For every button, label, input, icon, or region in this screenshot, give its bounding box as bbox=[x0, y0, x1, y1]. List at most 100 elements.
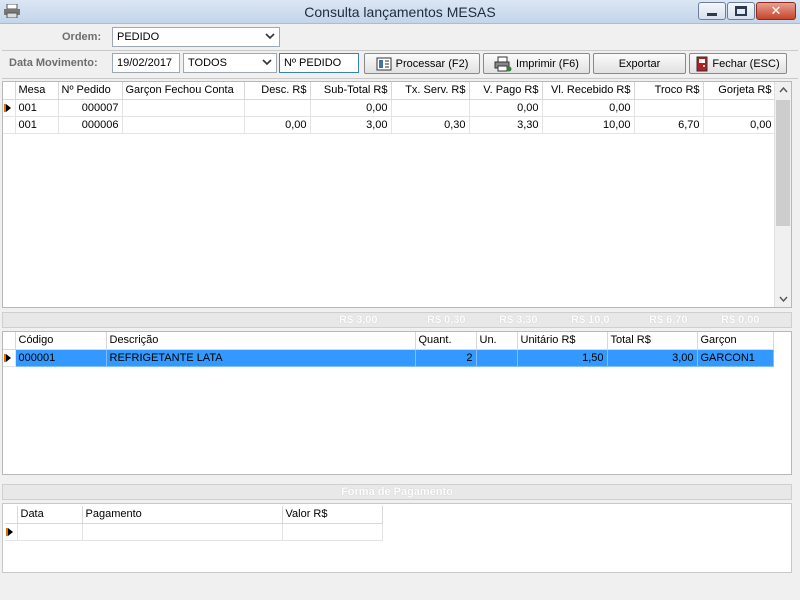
cell-gorjeta[interactable] bbox=[703, 99, 776, 117]
data-movimento-label: Data Movimento: bbox=[9, 57, 98, 69]
col-vl-recebido[interactable]: Vl. Recebido R$ bbox=[542, 82, 635, 100]
cell-troco[interactable] bbox=[634, 99, 704, 117]
ordem-select-value: PEDIDO bbox=[117, 31, 160, 43]
cell-unitario[interactable]: 1,50 bbox=[517, 349, 608, 367]
current-row-pointer-icon bbox=[4, 353, 11, 362]
scroll-down-arrow-icon[interactable] bbox=[775, 291, 791, 307]
total-gorjeta: R$ 0,00 bbox=[721, 314, 760, 326]
cell-garcon-fechou[interactable] bbox=[122, 99, 245, 117]
exportar-button[interactable]: Exportar bbox=[593, 53, 686, 74]
col-subtotal[interactable]: Sub-Total R$ bbox=[310, 82, 392, 100]
col-v-pago[interactable]: V. Pago R$ bbox=[469, 82, 543, 100]
col-mesa[interactable]: Mesa bbox=[15, 82, 59, 100]
cell-valor[interactable] bbox=[282, 523, 383, 541]
cell-v-pago[interactable]: 0,00 bbox=[469, 99, 543, 117]
filtro-select[interactable]: TODOS bbox=[183, 53, 277, 73]
cell-tx-serv[interactable]: 0,30 bbox=[391, 116, 470, 134]
printer-icon bbox=[494, 56, 512, 71]
cell-v-pago[interactable]: 3,30 bbox=[469, 116, 543, 134]
chevron-down-icon bbox=[265, 33, 275, 40]
scroll-up-arrow-icon[interactable] bbox=[775, 82, 791, 98]
pedido-number-field[interactable]: Nº PEDIDO bbox=[279, 53, 359, 73]
cell-garcon-fechou[interactable] bbox=[122, 116, 245, 134]
cell-pagamento[interactable] bbox=[82, 523, 283, 541]
itens-grid[interactable]: Código Descrição Quant. Un. Unitário R$ … bbox=[2, 331, 792, 475]
imprimir-button[interactable]: Imprimir (F6) bbox=[483, 53, 590, 74]
ordem-label: Ordem: bbox=[62, 31, 102, 43]
cell-mesa[interactable]: 001 bbox=[15, 99, 59, 117]
forma-pagamento-title: Forma de Pagamento bbox=[2, 484, 792, 500]
fechar-button[interactable]: Fechar (ESC) bbox=[689, 53, 787, 74]
cell-garcon[interactable]: GARCON1 bbox=[697, 349, 774, 367]
table-row[interactable] bbox=[5, 523, 383, 541]
total-v-pago: R$ 3,30 bbox=[499, 314, 538, 326]
exportar-label: Exportar bbox=[618, 57, 661, 70]
exit-door-icon bbox=[696, 56, 708, 71]
minimize-button[interactable] bbox=[698, 2, 726, 20]
cell-total[interactable]: 3,00 bbox=[607, 349, 698, 367]
pedidos-header-row: Mesa Nº Pedido Garçon Fechou Conta Desc.… bbox=[3, 82, 776, 100]
cell-desconto[interactable] bbox=[244, 99, 311, 117]
toolbar-divider bbox=[2, 78, 798, 79]
col-unidade[interactable]: Un. bbox=[476, 332, 518, 350]
cell-gorjeta[interactable]: 0,00 bbox=[703, 116, 776, 134]
cell-mesa[interactable]: 001 bbox=[15, 116, 59, 134]
col-pagamento[interactable]: Pagamento bbox=[82, 506, 283, 524]
cell-codigo[interactable]: 000001 bbox=[15, 349, 107, 367]
cell-numero-pedido[interactable]: 000007 bbox=[58, 99, 123, 117]
col-tx-serv[interactable]: Tx. Serv. R$ bbox=[391, 82, 470, 100]
maximize-icon bbox=[735, 6, 747, 16]
scroll-thumb[interactable] bbox=[776, 100, 790, 226]
col-total[interactable]: Total R$ bbox=[607, 332, 698, 350]
data-movimento-field[interactable]: 19/02/2017 bbox=[112, 53, 180, 73]
cell-tx-serv[interactable] bbox=[391, 99, 470, 117]
toolbar-divider bbox=[2, 50, 798, 51]
current-row-pointer-icon bbox=[6, 527, 13, 536]
table-row[interactable]: 001 000007 0,00 0,00 0,00 bbox=[3, 99, 776, 117]
processar-button[interactable]: Processar (F2) bbox=[364, 53, 480, 74]
col-valor[interactable]: Valor R$ bbox=[282, 506, 383, 524]
col-quantidade[interactable]: Quant. bbox=[415, 332, 477, 350]
total-troco: R$ 6,70 bbox=[649, 314, 688, 326]
col-numero-pedido[interactable]: Nº Pedido bbox=[58, 82, 123, 100]
row-indicator-header bbox=[5, 506, 18, 524]
cell-desconto[interactable]: 0,00 bbox=[244, 116, 311, 134]
itens-table: Código Descrição Quant. Un. Unitário R$ … bbox=[3, 332, 774, 367]
cell-numero-pedido[interactable]: 000006 bbox=[58, 116, 123, 134]
pedidos-grid[interactable]: Mesa Nº Pedido Garçon Fechou Conta Desc.… bbox=[2, 81, 792, 308]
row-indicator-header bbox=[3, 82, 16, 100]
close-button[interactable]: ✕ bbox=[756, 2, 796, 20]
maximize-button[interactable] bbox=[727, 2, 755, 20]
pagamento-table: Data Pagamento Valor R$ bbox=[5, 506, 383, 541]
cell-quantidade[interactable]: 2 bbox=[415, 349, 477, 367]
cell-vl-recebido[interactable]: 0,00 bbox=[542, 99, 635, 117]
filtro-select-value: TODOS bbox=[188, 57, 227, 69]
col-codigo[interactable]: Código bbox=[15, 332, 107, 350]
col-desconto[interactable]: Desc. R$ bbox=[244, 82, 311, 100]
col-troco[interactable]: Troco R$ bbox=[634, 82, 704, 100]
cell-troco[interactable]: 6,70 bbox=[634, 116, 704, 134]
pedidos-scrollbar[interactable] bbox=[774, 82, 791, 307]
cell-subtotal[interactable]: 0,00 bbox=[310, 99, 392, 117]
col-data[interactable]: Data bbox=[17, 506, 83, 524]
col-gorjeta[interactable]: Gorjeta R$ bbox=[703, 82, 776, 100]
pedidos-table: Mesa Nº Pedido Garçon Fechou Conta Desc.… bbox=[3, 82, 776, 134]
itens-header-row: Código Descrição Quant. Un. Unitário R$ … bbox=[3, 332, 774, 350]
cell-vl-recebido[interactable]: 10,00 bbox=[542, 116, 635, 134]
table-row-selected[interactable]: 000001 REFRIGETANTE LATA 2 1,50 3,00 GAR… bbox=[3, 349, 774, 367]
cell-descricao[interactable]: REFRIGETANTE LATA bbox=[106, 349, 416, 367]
fechar-label: Fechar (ESC) bbox=[712, 57, 780, 70]
total-subtotal: R$ 3,00 bbox=[339, 314, 378, 326]
cell-data[interactable] bbox=[17, 523, 83, 541]
col-garcon-fechou[interactable]: Garçon Fechou Conta bbox=[122, 82, 245, 100]
col-descricao[interactable]: Descrição bbox=[106, 332, 416, 350]
cell-unidade[interactable] bbox=[476, 349, 518, 367]
pagamento-grid[interactable]: Data Pagamento Valor R$ bbox=[2, 503, 792, 573]
col-unitario[interactable]: Unitário R$ bbox=[517, 332, 608, 350]
processar-label: Processar (F2) bbox=[395, 57, 469, 70]
ordem-select[interactable]: PEDIDO bbox=[112, 27, 280, 47]
col-garcon[interactable]: Garçon bbox=[697, 332, 774, 350]
table-row[interactable]: 001 000006 0,00 3,00 0,30 3,30 10,00 6,7… bbox=[3, 116, 776, 134]
current-row-pointer-icon bbox=[4, 103, 11, 112]
cell-subtotal[interactable]: 3,00 bbox=[310, 116, 392, 134]
